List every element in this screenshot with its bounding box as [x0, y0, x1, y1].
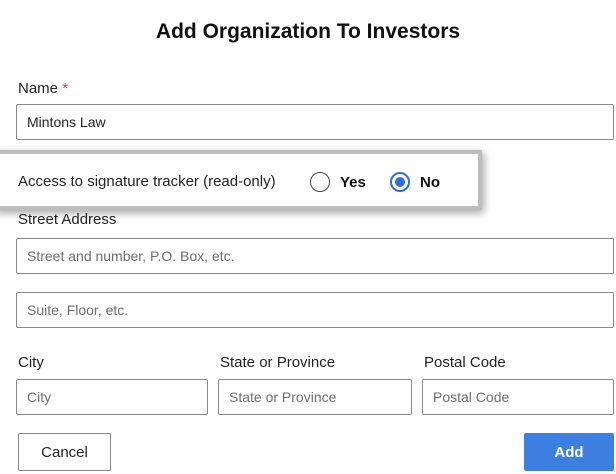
yes-radio[interactable] [310, 172, 330, 192]
required-mark: * [62, 80, 69, 97]
access-label: Access to signature tracker (read-only) [18, 173, 276, 190]
city-input[interactable] [16, 379, 208, 415]
yes-label: Yes [340, 173, 366, 191]
add-button[interactable]: Add [524, 433, 614, 471]
cancel-button[interactable]: Cancel [18, 433, 111, 471]
name-input[interactable] [16, 104, 614, 140]
dialog-title: Add Organization To Investors [155, 20, 461, 43]
add-organization-dialog: Add Organization To Investors Name * Acc… [0, 0, 616, 474]
access-yes-option[interactable]: Yes [310, 172, 366, 192]
name-label-text: Name [18, 80, 59, 97]
street-line2-input[interactable] [16, 292, 614, 328]
city-label: City [18, 354, 44, 371]
street-address-label: Street Address [18, 211, 117, 228]
access-no-option[interactable]: No [390, 172, 440, 192]
street-line1-input[interactable] [16, 238, 614, 274]
state-label: State or Province [220, 354, 336, 371]
no-label: No [420, 173, 440, 191]
postal-code-label: Postal Code [424, 354, 506, 371]
no-radio[interactable] [390, 172, 410, 192]
state-input[interactable] [218, 379, 412, 415]
name-label: Name * [18, 80, 68, 97]
postal-code-input[interactable] [422, 379, 614, 415]
